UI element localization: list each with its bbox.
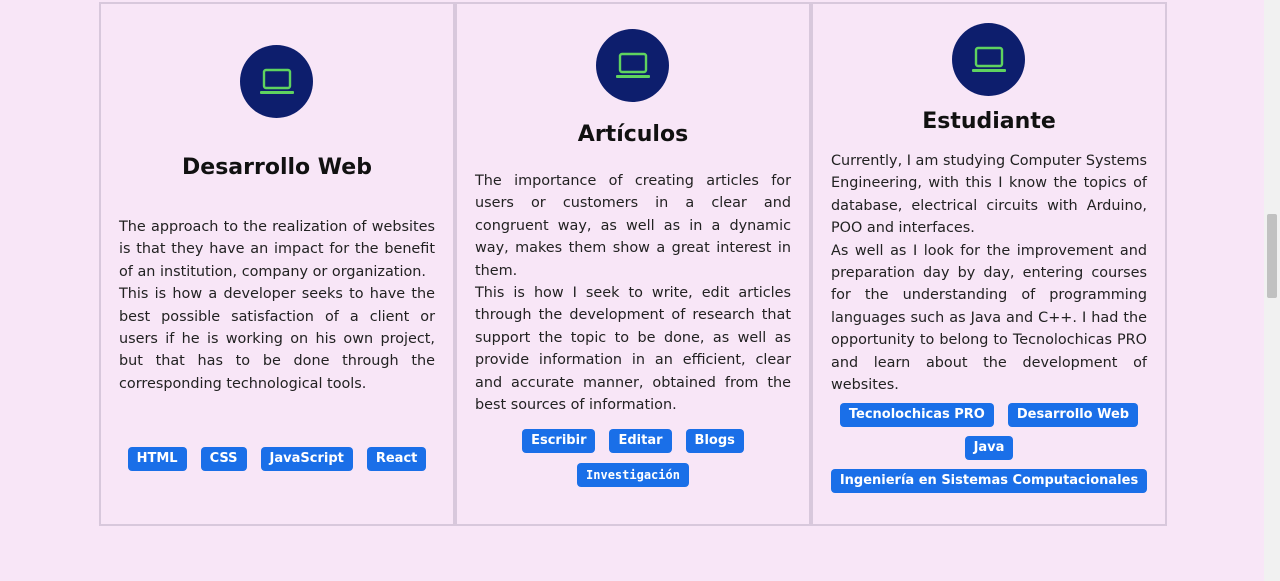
- tag-escribir[interactable]: Escribir: [522, 429, 596, 453]
- card-estudiante: Estudiante Currently, I am studying Comp…: [811, 2, 1167, 526]
- card-paragraph: This is how I seek to write, edit articl…: [475, 285, 791, 414]
- tag-list: Tecnolochicas PRO Desarrollo Web Java In…: [813, 403, 1165, 493]
- tag-java[interactable]: Java: [964, 436, 1014, 460]
- tag-investigacion[interactable]: Investigación: [577, 463, 689, 487]
- laptop-icon: [240, 45, 313, 118]
- tag-editar[interactable]: Editar: [609, 429, 672, 453]
- tag-css[interactable]: CSS: [200, 447, 247, 471]
- card-description: The importance of creating articles for …: [475, 170, 791, 416]
- card-paragraph: As well as I look for the improvement an…: [831, 242, 1147, 394]
- tag-list: Escribir Editar Blogs Investigación: [457, 429, 809, 487]
- scrollbar-thumb[interactable]: [1267, 214, 1277, 298]
- card-title: Estudiante: [922, 109, 1056, 134]
- tag-tecnolochicas-pro[interactable]: Tecnolochicas PRO: [839, 403, 994, 427]
- page: Desarrollo Web The approach to the reali…: [0, 0, 1280, 581]
- card-description: The approach to the realization of websi…: [119, 216, 435, 395]
- laptop-icon: [952, 23, 1025, 96]
- tag-desarrollo-web[interactable]: Desarrollo Web: [1007, 403, 1139, 427]
- tag-blogs[interactable]: Blogs: [685, 429, 744, 453]
- laptop-icon: [596, 29, 669, 102]
- card-title: Desarrollo Web: [182, 155, 372, 180]
- tag-ingenieria-sistemas[interactable]: Ingeniería en Sistemas Computacionales: [830, 469, 1148, 493]
- tag-react[interactable]: React: [366, 447, 427, 471]
- card-paragraph: This is how a developer seeks to have th…: [119, 286, 435, 392]
- vertical-scrollbar[interactable]: [1264, 0, 1280, 581]
- service-cards: Desarrollo Web The approach to the reali…: [99, 2, 1167, 526]
- card-paragraph: The approach to the realization of websi…: [119, 219, 435, 280]
- card-paragraph: Currently, I am studying Computer System…: [831, 153, 1147, 237]
- card-paragraph: The importance of creating articles for …: [475, 173, 791, 279]
- tag-html[interactable]: HTML: [127, 447, 187, 471]
- card-articulos: Artículos The importance of creating art…: [455, 2, 811, 526]
- tag-javascript[interactable]: JavaScript: [260, 447, 353, 471]
- card-description: Currently, I am studying Computer System…: [831, 150, 1147, 396]
- card-title: Artículos: [577, 122, 689, 147]
- tag-list: HTML CSS JavaScript React: [101, 447, 453, 471]
- card-desarrollo-web: Desarrollo Web The approach to the reali…: [99, 2, 455, 526]
